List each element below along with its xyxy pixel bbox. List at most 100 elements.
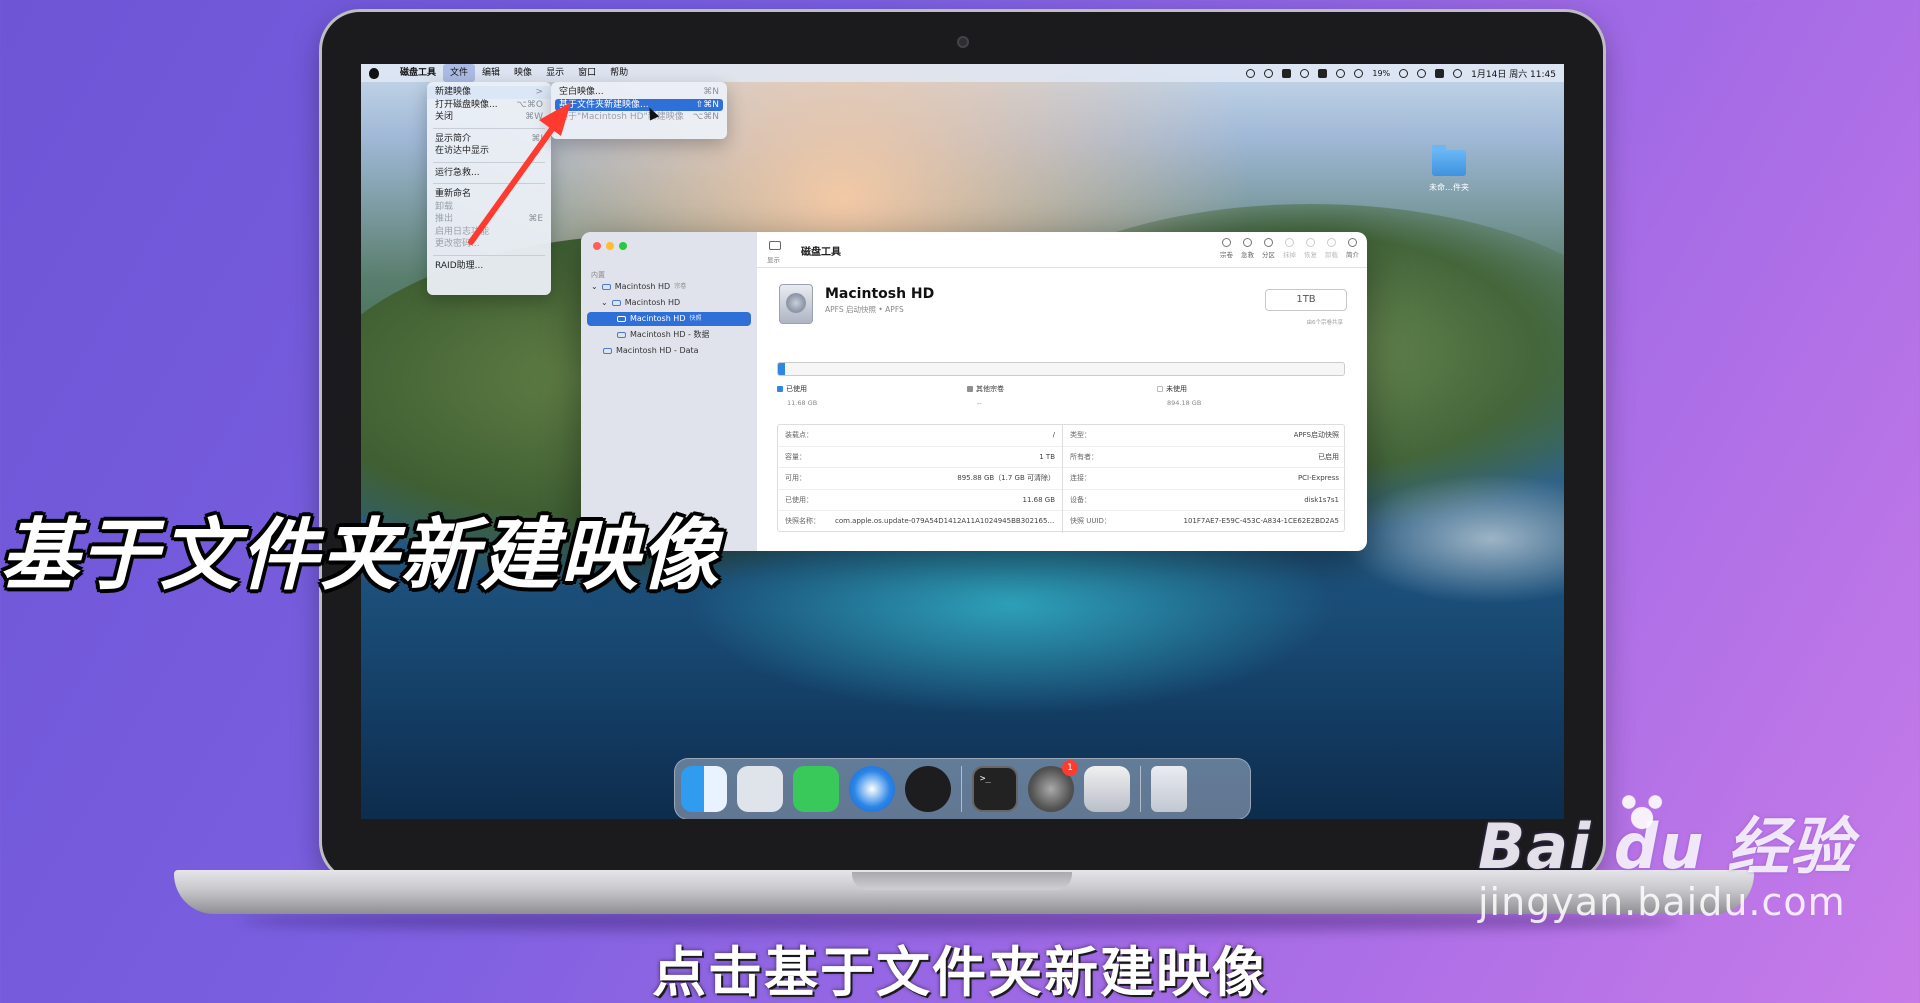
terminal-icon[interactable]: >_ (972, 766, 1018, 812)
info-button[interactable]: 简介 (1346, 238, 1359, 259)
menu-edit[interactable]: 编辑 (475, 64, 507, 82)
legend-used: 已使用 11.68 GB (777, 384, 817, 407)
sidebar-item-volume[interactable]: ⌄ Macintosh HD 宗卷 (591, 280, 686, 294)
sidebar-item-label: Macintosh HD (630, 314, 686, 323)
sidebar-item-tag: 快照 (689, 315, 702, 322)
menu-item-raid-assistant[interactable]: RAID助理... (427, 260, 551, 273)
airplay-icon[interactable] (1264, 68, 1274, 78)
menu-item-eject[interactable]: 推出 ⌘E (427, 213, 551, 226)
chevron-right-icon: > (535, 87, 543, 97)
info-key: 连接： (1070, 474, 1091, 483)
record-icon[interactable] (1246, 68, 1256, 78)
sidebar-item-data[interactable]: Macintosh HD - 数据 (617, 328, 709, 342)
info-value: APFS启动快照 (1293, 431, 1339, 439)
minimize-button[interactable] (606, 242, 614, 250)
siri-icon[interactable] (1453, 68, 1463, 78)
watermark-url: jingyan.baidu.com (1478, 880, 1846, 924)
menu-file[interactable]: 文件 (443, 64, 476, 82)
menu-item-label: 在访达中显示 (435, 146, 490, 156)
disk-icon (611, 300, 621, 306)
menu-item-rename[interactable]: 重新命名 (427, 188, 551, 201)
finder-icon[interactable] (681, 766, 727, 812)
info-row: 容量： 1 TB (778, 447, 1062, 469)
wifi-icon[interactable] (1399, 68, 1409, 78)
volume-button[interactable]: 宗卷 (1220, 238, 1233, 259)
menu-window[interactable]: 窗口 (571, 64, 603, 82)
menu-item-blank-image[interactable]: 空白映像... ⌘N (551, 86, 727, 99)
info-value: disk1s7s1 (1304, 495, 1339, 504)
dock-divider (961, 766, 962, 812)
menu-item-label: 打开磁盘映像... (435, 99, 498, 110)
system-preferences-icon[interactable]: 1 (1028, 760, 1078, 812)
info-key: 所有者： (1070, 452, 1098, 461)
control-center-icon[interactable] (1435, 68, 1445, 78)
apple-icon[interactable] (369, 67, 379, 79)
menu-item-image-from-folder[interactable]: 基于文件夹新建映像... ⇧⌘N (555, 98, 723, 111)
partition-button[interactable]: 分区 (1262, 238, 1275, 259)
menu-item-new-image[interactable]: 新建映像 > (427, 86, 551, 99)
safari-icon[interactable] (849, 766, 895, 812)
bolt-icon[interactable] (1300, 68, 1310, 78)
zoom-button[interactable] (619, 242, 627, 250)
sidebar-item-data-volume[interactable]: Macintosh HD - Data (603, 344, 699, 358)
disk-utility-icon[interactable] (1084, 766, 1130, 812)
battery-percentage[interactable]: 19% (1372, 69, 1390, 78)
chevron-down-icon[interactable]: ⌄ (601, 296, 608, 310)
launchpad-icon[interactable] (737, 766, 783, 812)
trash-icon[interactable] (1151, 766, 1187, 812)
legend-swatch (777, 386, 783, 392)
sidebar-toggle-icon[interactable] (769, 241, 781, 250)
info-value: 895.88 GB（1.7 GB 可清除） (957, 474, 1055, 483)
baidu-watermark: Bai du 经验 jingyan.baidu.com (1478, 790, 1853, 924)
first-aid-button[interactable]: 急救 (1241, 238, 1254, 259)
disk-name: Macintosh HD (825, 286, 935, 302)
sidebar-item-macintosh-hd[interactable]: ⌄ Macintosh HD (601, 296, 680, 310)
menu-help[interactable]: 帮助 (603, 64, 635, 82)
legend-other: 其他宗卷 -- (967, 384, 1004, 407)
sidebar-section-internal: 内置 (591, 271, 605, 279)
search-icon[interactable] (1417, 68, 1427, 78)
dock-divider (1140, 766, 1141, 812)
window-title: 磁盘工具 (801, 247, 841, 258)
keyboard-icon[interactable] (1318, 68, 1328, 78)
laptop-notch (852, 872, 1072, 890)
menu-separator (433, 127, 545, 129)
sidebar-item-label: Macintosh HD - Data (616, 346, 699, 355)
info-key: 快照名称： (785, 517, 820, 526)
restore-button[interactable]: 恢复 (1304, 238, 1317, 259)
menu-app[interactable]: 磁盘工具 (393, 64, 443, 82)
chevron-down-icon[interactable]: ⌄ (591, 280, 598, 294)
hard-disk-icon (779, 284, 813, 324)
disk-icon (617, 316, 626, 322)
sidebar-item-label: Macintosh HD - 数据 (630, 330, 710, 339)
info-row: 快照 UUID： 101F7AE7-E59C-453C-A834-1CE62E2B… (1063, 511, 1346, 533)
menu-separator (433, 254, 545, 256)
menu-image[interactable]: 映像 (507, 64, 539, 82)
bluetooth-icon[interactable] (1336, 68, 1346, 78)
erase-button[interactable]: 抹掉 (1283, 238, 1296, 259)
menu-item-close[interactable]: 关闭 ⌘W (427, 111, 551, 124)
sidebar-item-snapshot[interactable]: Macintosh HD 快照 (587, 312, 751, 326)
quicktime-icon[interactable] (905, 766, 951, 812)
unmount-button[interactable]: 卸载 (1325, 238, 1338, 259)
menu-view[interactable]: 显示 (539, 64, 571, 82)
user-icon[interactable] (1354, 68, 1364, 78)
messages-icon[interactable] (793, 766, 839, 812)
menu-item-change-password[interactable]: 更改密码... (427, 238, 551, 251)
screen: 磁盘工具 文件 编辑 映像 显示 窗口 帮助 19% 1月14日 周六 11:4… (361, 64, 1564, 819)
menu-item-unmount[interactable]: 卸载 (427, 201, 551, 214)
menu-item-open-image[interactable]: 打开磁盘映像... ⌥⌘O (427, 99, 551, 112)
menu-item-shortcut: ⇧⌘N (695, 99, 719, 110)
desktop-folder[interactable]: 未命…件夹 (1424, 145, 1474, 193)
menu-item-first-aid[interactable]: 运行急救... (427, 167, 551, 180)
menu-item-shortcut: ⌥⌘N (692, 112, 719, 122)
close-button[interactable] (593, 242, 601, 250)
clock[interactable]: 1月14日 周六 11:45 (1471, 67, 1556, 80)
menu-item-enable-journaling[interactable]: 启用日志功能 (427, 226, 551, 239)
main-pane: 显示 磁盘工具 宗卷 急救 分区 抹掉 恢复 卸载 简介 Macintosh H… (757, 232, 1367, 551)
menu-item-show-in-finder[interactable]: 在访达中显示 (427, 145, 551, 158)
menu-item-get-info[interactable]: 显示简介 ⌘I (427, 133, 551, 146)
menu-item-image-from-disk[interactable]: 基于"Macintosh HD"新建映像 ⌥⌘N (551, 111, 727, 124)
app-status-icon[interactable] (1282, 68, 1292, 78)
capacity-note: 由6个宗卷共享 (1306, 320, 1344, 326)
